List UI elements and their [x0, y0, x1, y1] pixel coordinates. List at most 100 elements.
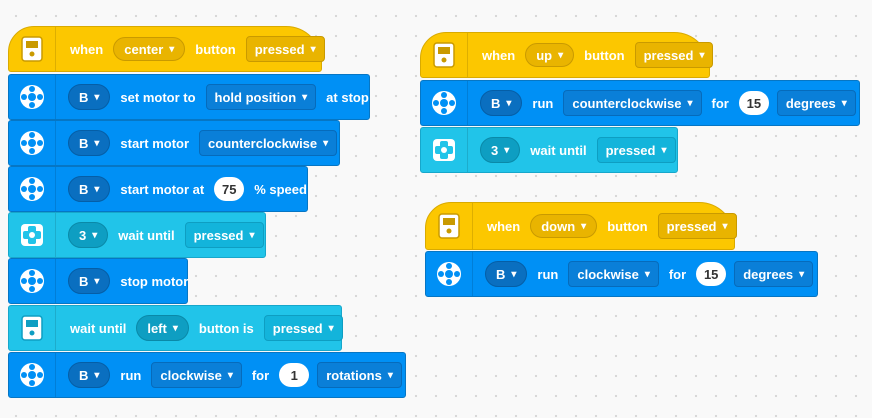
when-button-pressed-hat-block[interactable]: when center ▾ button pressed ▾: [8, 26, 325, 72]
motor-icon: [9, 353, 56, 397]
amount-input[interactable]: 1: [279, 363, 310, 387]
hat-button-label: button: [584, 47, 625, 63]
force-sensor-icon: [421, 128, 468, 172]
unit-dropdown[interactable]: degrees ▾: [776, 90, 856, 116]
hat-when-label: when: [70, 41, 104, 57]
chevron-down-icon: ▾: [310, 43, 316, 55]
chevron-down-icon: ▾: [581, 220, 587, 232]
block-label: start motor at: [120, 181, 205, 197]
block-label: wait until: [70, 320, 127, 336]
chevron-down-icon: ▾: [687, 97, 693, 109]
chevron-down-icon: ▾: [558, 49, 564, 61]
direction-dropdown[interactable]: clockwise ▾: [568, 261, 659, 287]
hub-icon: [426, 203, 473, 249]
chevron-down-icon: ▾: [94, 369, 100, 381]
hub-button-dropdown[interactable]: down ▾: [530, 214, 598, 238]
hat-when-label: when: [487, 218, 521, 234]
chevron-down-icon: ▾: [172, 322, 178, 334]
chevron-down-icon: ▾: [841, 97, 847, 109]
motor-icon: [426, 252, 473, 296]
chevron-down-icon: ▾: [506, 97, 512, 109]
chevron-down-icon: ▾: [511, 268, 517, 280]
chevron-down-icon: ▾: [328, 322, 334, 334]
chevron-down-icon: ▾: [94, 183, 100, 195]
button-state-dropdown[interactable]: pressed ▾: [657, 213, 737, 239]
chevron-down-icon: ▾: [323, 137, 329, 149]
when-button-pressed-hat-block[interactable]: when up ▾ button pressed ▾: [420, 32, 714, 78]
motor-port-dropdown[interactable]: B ▾: [68, 130, 111, 156]
hub-button-dropdown[interactable]: up ▾: [525, 43, 575, 67]
block-label: run: [532, 95, 554, 111]
sensor-state-dropdown[interactable]: pressed ▾: [184, 222, 264, 248]
hub-button-dropdown[interactable]: left ▾: [136, 315, 189, 341]
chevron-down-icon: ▾: [302, 91, 308, 103]
run-motor-for-block[interactable]: B ▾ run clockwise ▾ for 15 degrees ▾: [425, 251, 818, 297]
motor-icon: [9, 121, 56, 165]
block-tail-label: at stop: [326, 89, 369, 105]
wait-until-force-sensor-block[interactable]: 3 ▾ wait until pressed ▾: [8, 212, 266, 258]
hub-icon: [9, 306, 56, 350]
button-state-dropdown[interactable]: pressed ▾: [245, 36, 325, 62]
run-motor-for-block[interactable]: B ▾ run counterclockwise ▾ for 15 degrees ▾: [420, 80, 860, 126]
hub-icon: [9, 27, 56, 71]
chevron-down-icon: ▾: [92, 229, 98, 241]
motor-icon: [9, 259, 56, 303]
chevron-down-icon: ▾: [387, 369, 393, 381]
set-motor-stop-action-block[interactable]: B ▾ set motor to hold position ▾ at stop: [8, 74, 370, 120]
chevron-down-icon: ▾: [94, 275, 100, 287]
motor-icon: [9, 167, 56, 211]
block-label: wait until: [530, 142, 587, 158]
motor-port-dropdown[interactable]: B ▾: [485, 261, 528, 287]
sensor-state-dropdown[interactable]: pressed ▾: [596, 137, 676, 163]
unit-dropdown[interactable]: rotations ▾: [317, 362, 402, 388]
chevron-down-icon: ▾: [722, 220, 728, 232]
sensor-port-dropdown[interactable]: 3 ▾: [480, 137, 521, 163]
amount-input[interactable]: 15: [738, 91, 769, 115]
block-label: run: [120, 367, 142, 383]
chevron-down-icon: ▾: [504, 144, 510, 156]
chevron-down-icon: ▾: [227, 369, 233, 381]
chevron-down-icon: ▾: [661, 144, 667, 156]
direction-dropdown[interactable]: clockwise ▾: [151, 362, 242, 388]
wait-until-hub-button-block[interactable]: wait until left ▾ button is pressed ▾: [8, 305, 343, 351]
stop-motor-block[interactable]: B ▾ stop motor: [8, 258, 188, 304]
force-sensor-icon: [9, 213, 56, 257]
hat-button-label: button: [607, 218, 648, 234]
hub-icon: [421, 33, 468, 77]
chevron-down-icon: ▾: [94, 91, 100, 103]
wait-until-force-sensor-block[interactable]: 3 ▾ wait until pressed ▾: [420, 127, 678, 173]
start-motor-block[interactable]: B ▾ start motor counterclockwise ▾: [8, 120, 340, 166]
when-button-pressed-hat-block[interactable]: when down ▾ button pressed ▾: [425, 202, 737, 250]
block-mid-label: button is: [198, 320, 254, 336]
hub-button-dropdown[interactable]: center ▾: [113, 37, 186, 61]
block-label: wait until: [118, 227, 175, 243]
chevron-down-icon: ▾: [699, 49, 705, 61]
button-state-dropdown[interactable]: pressed ▾: [263, 315, 343, 341]
button-state-dropdown[interactable]: pressed ▾: [634, 42, 714, 68]
stop-action-dropdown[interactable]: hold position ▾: [205, 84, 317, 110]
motor-port-dropdown[interactable]: B ▾: [68, 268, 111, 294]
motor-port-dropdown[interactable]: B ▾: [68, 176, 111, 202]
motor-port-dropdown[interactable]: B ▾: [68, 362, 111, 388]
unit-dropdown[interactable]: degrees ▾: [734, 261, 814, 287]
for-label: for: [711, 95, 729, 111]
start-motor-speed-block[interactable]: B ▾ start motor at 75 % speed: [8, 166, 308, 212]
hat-button-label: button: [195, 41, 236, 57]
motor-icon: [421, 81, 468, 125]
motor-icon: [9, 75, 56, 119]
motor-port-dropdown[interactable]: B ▾: [68, 84, 111, 110]
direction-dropdown[interactable]: counterclockwise ▾: [563, 90, 702, 116]
for-label: for: [668, 266, 687, 282]
chevron-down-icon: ▾: [94, 137, 100, 149]
sensor-port-dropdown[interactable]: 3 ▾: [68, 222, 109, 248]
hat-when-label: when: [482, 47, 516, 63]
motor-port-dropdown[interactable]: B ▾: [480, 90, 523, 116]
block-label: start motor: [120, 135, 190, 151]
speed-input[interactable]: 75: [214, 177, 245, 201]
direction-dropdown[interactable]: counterclockwise ▾: [199, 130, 338, 156]
chevron-down-icon: ▾: [169, 43, 175, 55]
run-motor-for-block[interactable]: B ▾ run clockwise ▾ for 1 rotations ▾: [8, 352, 406, 398]
chevron-down-icon: ▾: [249, 229, 255, 241]
chevron-down-icon: ▾: [799, 268, 805, 280]
amount-input[interactable]: 15: [696, 262, 727, 286]
